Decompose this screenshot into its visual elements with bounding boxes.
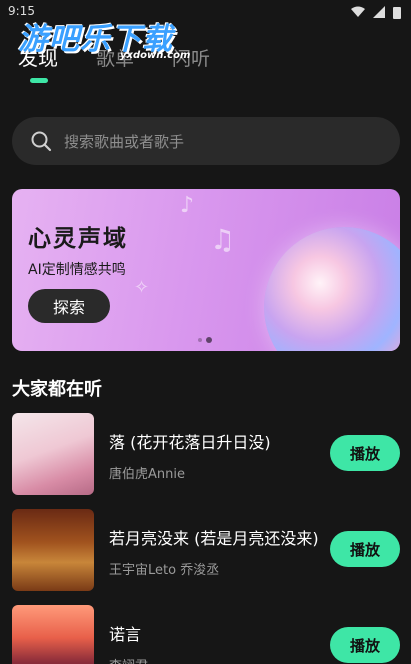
- status-icons: [351, 6, 401, 19]
- site-watermark: 游吧乐下载 yxdown.com: [18, 14, 190, 61]
- battery-icon: [393, 7, 401, 19]
- album-cover: [12, 605, 94, 664]
- song-title: 落 (花开花落日升日没): [109, 433, 271, 452]
- search-bar[interactable]: 搜索歌曲或者歌手: [12, 117, 400, 165]
- music-note-icon: ♪: [180, 193, 195, 218]
- banner-page-indicator: [198, 337, 212, 343]
- signal-icon: [373, 6, 385, 18]
- explore-button[interactable]: 探索: [28, 289, 110, 323]
- page-dot: [198, 338, 202, 342]
- song-row[interactable]: 落 (花开花落日升日没) 唐伯虎Annie 播放: [12, 413, 402, 497]
- album-cover: [12, 413, 94, 495]
- planet-illustration: [264, 227, 400, 351]
- banner-title: 心灵声域: [28, 226, 128, 252]
- promo-banner[interactable]: ♪ ♫ ✧ 心灵声域 AI定制情感共鸣 探索: [12, 189, 400, 351]
- music-note-icon: ♫: [210, 223, 236, 256]
- play-button[interactable]: 播放: [330, 435, 400, 471]
- album-cover: [12, 509, 94, 591]
- wifi-icon: [351, 6, 365, 17]
- song-artist: 李翊君: [109, 655, 148, 664]
- song-row[interactable]: 若月亮没来 (若是月亮还没来) 王宇宙Leto 乔浚丞 播放: [12, 509, 402, 593]
- song-artist: 王宇宙Leto 乔浚丞: [109, 563, 220, 578]
- song-title: 若月亮没来 (若是月亮还没来): [109, 529, 319, 548]
- star-icon: ✧: [134, 277, 150, 298]
- section-title: 大家都在听: [12, 379, 102, 400]
- banner-subtitle: AI定制情感共鸣: [28, 262, 126, 278]
- song-title: 诺言: [109, 625, 142, 644]
- watermark-url: yxdown.com: [120, 50, 191, 61]
- play-button[interactable]: 播放: [330, 531, 400, 567]
- page-dot-active: [206, 337, 212, 343]
- song-row[interactable]: 诺言 李翊君 播放: [12, 605, 402, 664]
- active-tab-indicator: [30, 78, 48, 83]
- search-placeholder: 搜索歌曲或者歌手: [64, 132, 185, 151]
- search-icon: [31, 131, 52, 152]
- play-button[interactable]: 播放: [330, 627, 400, 663]
- song-artist: 唐伯虎Annie: [109, 467, 185, 482]
